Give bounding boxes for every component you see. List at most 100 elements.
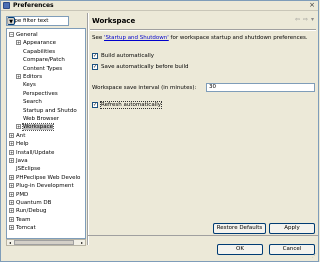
refresh-automatically-row[interactable]: ✓ Refresh automatically [92,101,163,109]
expand-icon[interactable]: + [9,200,14,205]
expand-icon[interactable]: + [9,183,14,189]
title-bar: Preferences × [1,1,318,11]
tree-item-label: Editors [23,74,43,80]
expand-icon[interactable]: + [16,124,21,130]
expand-icon[interactable]: + [9,158,14,163]
tree-item-label: Help [16,141,29,148]
startup-shutdown-link[interactable]: 'Startup and Shutdown' [104,35,169,41]
restore-defaults-button[interactable]: Restore Defaults [213,223,266,234]
tree-item-label: Run/Debug [16,208,47,215]
tree-item-label: Workspace [21,123,55,132]
filter-combo[interactable]: type filter text ▼ [6,16,69,26]
tree-item-label: JSEclipse [16,166,41,173]
tree-item-label: Quantum DB [16,200,52,206]
expand-icon[interactable]: + [9,132,14,138]
collapse-icon[interactable]: − [9,32,14,37]
tree-item-label: Content Types [23,65,63,72]
desc-prefix: See [92,35,105,41]
save-interval-input[interactable]: 30 [206,83,315,92]
tree-item[interactable]: + Workspace [16,123,55,132]
filter-input[interactable]: type filter text [7,18,68,24]
forward-arrow-icon[interactable]: ⇨ [303,16,308,23]
tree-item[interactable]: JSEclipse [9,165,40,173]
tree-item-label: Startup and Shutdo [23,107,77,114]
tree-item[interactable]: + Tomcat [9,224,36,232]
tree-item[interactable]: + Quantum DB [9,199,51,207]
tree-item[interactable]: Perspectives [16,90,58,98]
save-before-build-checkbox[interactable]: ✓ [92,64,98,70]
expand-icon[interactable]: + [9,208,14,214]
tree-item[interactable]: Search [16,98,42,106]
refresh-automatically-checkbox[interactable]: ✓ [92,102,98,108]
tree-item[interactable]: − General [9,31,38,39]
expand-icon[interactable]: + [16,40,21,46]
tree-item[interactable]: Content Types [16,65,62,73]
build-automatically-checkbox[interactable]: ✓ [92,53,98,59]
tree-item[interactable]: Keys [16,81,36,89]
scroll-right-icon[interactable]: ▸ [79,240,85,245]
tree-item[interactable]: + Appearance [16,39,56,47]
tree-item-label: Ant [16,132,26,139]
scroll-left-icon[interactable]: ◂ [7,240,13,245]
tree-item[interactable]: Web Browser [16,115,59,123]
tree-item[interactable]: + Plug-in Development [9,182,74,190]
preferences-window: Preferences × type filter text ▼ − Genera… [0,0,319,262]
tree-item[interactable]: + PMD [9,191,28,199]
expand-icon[interactable]: + [9,174,14,180]
tree-item-label: Capabilities [23,48,56,55]
tree-item-label: Tomcat [16,225,36,232]
tree-item[interactable]: + Java [9,157,28,165]
tree-item[interactable]: + PHPeclipse Web Develo [9,174,80,182]
back-arrow-icon[interactable]: ⇦ [295,16,300,23]
tree-horizontal-scrollbar[interactable]: ◂ ▸ [6,239,86,246]
tree-item-label: Compare/Patch [23,57,65,64]
expand-icon[interactable]: + [9,216,14,222]
tree-item-label: Keys [23,82,36,89]
tree-item-label: Perspectives [23,90,58,97]
tree-item[interactable]: + Run/Debug [9,207,47,215]
view-menu-icon[interactable]: ▾ [311,16,314,23]
close-icon[interactable]: × [308,2,316,10]
tree-item[interactable]: Capabilities [16,48,55,56]
save-before-build-row[interactable]: ✓ Save automatically before build [92,63,188,71]
expand-icon[interactable]: + [16,74,21,79]
preferences-app-icon [3,2,10,9]
scrollbar-thumb[interactable] [14,240,74,245]
tree-item[interactable]: Startup and Shutdo [16,107,77,115]
apply-button[interactable]: Apply [269,223,315,234]
page-description: See 'Startup and Shutdown' for workspace… [92,35,316,41]
expand-icon[interactable]: + [9,141,14,147]
tree-item[interactable]: + Editors [16,73,42,81]
refresh-automatically-label: Refresh automatically [99,101,163,109]
save-before-build-label: Save automatically before build [101,64,189,70]
expand-icon[interactable]: + [9,191,14,197]
tree-item[interactable]: + Help [9,140,29,148]
tree-item-label: Search [23,99,42,106]
tree-item[interactable]: + Install/Update [9,149,54,157]
tree-item-label: Java [16,158,28,164]
tree-item[interactable]: + Ant [9,132,25,140]
ok-button[interactable]: OK [217,244,263,255]
page-header: Workspace ⇦ ⇨ ▾ [90,13,316,28]
preferences-tree[interactable]: − General + Appearance Capabilities Compare/P… [6,28,86,239]
tree-item[interactable]: Compare/Patch [16,56,65,64]
tree-item-label: Install/Update [16,149,55,156]
expand-icon[interactable]: + [9,225,14,231]
pane-divider[interactable] [87,13,89,245]
tree-item-label: PHPeclipse Web Develo [16,174,81,181]
header-separator [90,29,316,31]
chevron-down-icon[interactable]: ▼ [7,17,15,25]
tree-item-label: Team [16,216,31,223]
tree-item-label: Plug-in Development [16,183,74,190]
desc-suffix: for workspace startup and shutdown prefe… [168,35,308,41]
bottom-separator [88,235,318,236]
build-automatically-row[interactable]: ✓ Build automatically [92,52,154,60]
tree-item[interactable]: + Team [9,216,31,224]
expand-icon[interactable]: + [9,149,14,155]
tree-item-label: PMD [16,191,29,198]
window-title: Preferences [13,2,54,9]
cancel-button[interactable]: Cancel [269,244,315,255]
page-title: Workspace [92,16,136,25]
tree-item-label: Appearance [23,40,57,47]
resize-grip-icon[interactable]: ⋰ [310,253,317,260]
